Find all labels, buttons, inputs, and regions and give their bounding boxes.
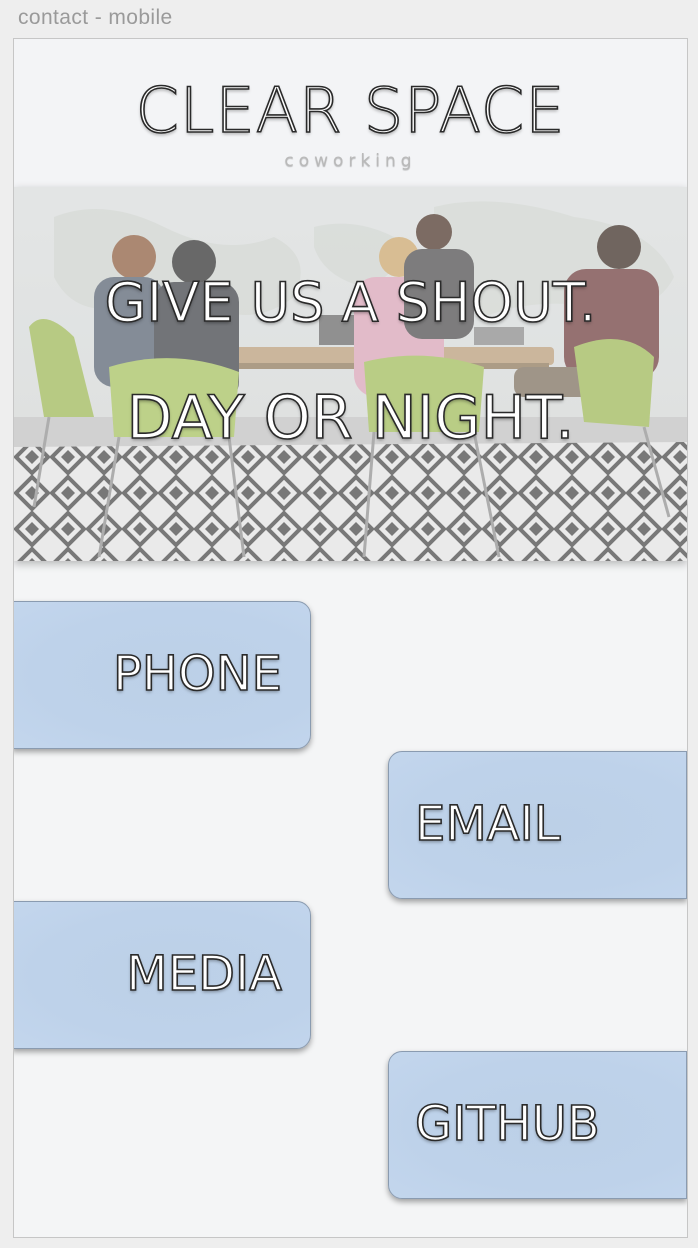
hero-banner: GIVE US A SHOUT. DAY OR NIGHT. (14, 187, 687, 561)
hero-heading-line-2: DAY OR NIGHT. (126, 382, 576, 454)
media-button-label: MEDIA (125, 945, 282, 1003)
github-button[interactable]: GITHUB (388, 1051, 687, 1199)
hero-photo (14, 187, 687, 561)
mobile-artboard: CLEAR SPACE coworking GIVE US A SHOUT. D… (13, 38, 688, 1238)
email-button[interactable]: EMAIL (388, 751, 687, 899)
phone-button[interactable]: PHONE (14, 601, 311, 749)
phone-button-label: PHONE (112, 645, 283, 703)
frame-label: contact - mobile (18, 6, 173, 29)
github-button-label: GITHUB (414, 1095, 600, 1153)
brand-logo-text[interactable]: CLEAR SPACE (14, 73, 687, 149)
email-button-label: EMAIL (414, 795, 561, 853)
media-button[interactable]: MEDIA (14, 901, 311, 1049)
hero-heading-line-1: GIVE US A SHOUT. (104, 270, 597, 335)
brand-tagline: coworking (284, 151, 417, 171)
site-header: CLEAR SPACE coworking (14, 39, 687, 187)
